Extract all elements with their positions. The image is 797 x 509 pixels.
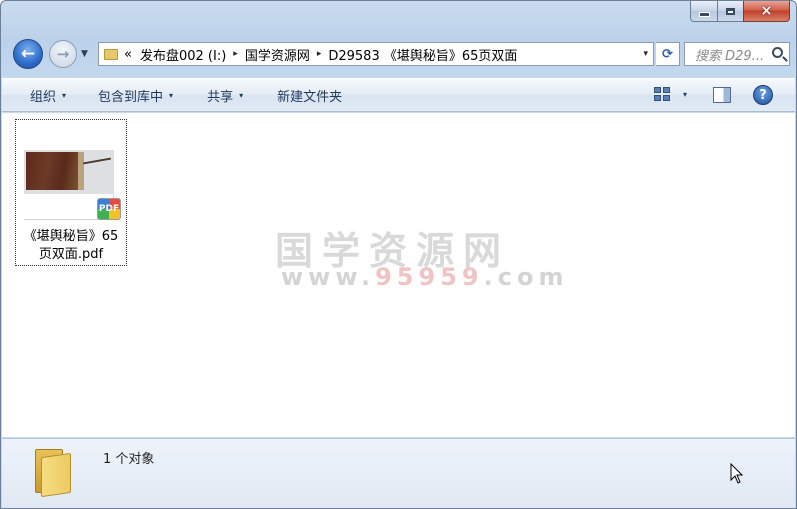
- maximize-button[interactable]: [717, 1, 743, 22]
- maximize-icon: [726, 7, 735, 15]
- close-button[interactable]: ×: [743, 1, 790, 22]
- help-icon[interactable]: ?: [753, 85, 773, 105]
- address-bar[interactable]: « 发布盘002 (I:) ▸ 国学资源网 ▸ D29583 《堪舆秘旨》65页…: [98, 42, 654, 66]
- share-menu[interactable]: 共享 ▾: [207, 86, 243, 105]
- breadcrumb-item-drive[interactable]: 发布盘002 (I:): [140, 45, 226, 64]
- search-icon[interactable]: [772, 47, 783, 58]
- address-dropdown-icon[interactable]: ▾: [643, 49, 648, 59]
- folder-icon: [35, 447, 75, 498]
- search-placeholder: 搜索 D29...: [695, 48, 765, 64]
- search-input[interactable]: 搜索 D29...: [684, 42, 790, 66]
- chevron-down-icon: ▾: [62, 90, 67, 100]
- command-bar: 组织 ▾ 包含到库中 ▾ 共享 ▾ 新建文件夹 ▾ ?: [2, 78, 795, 112]
- close-icon: ×: [760, 3, 773, 19]
- item-count: 1 个对象: [103, 452, 155, 467]
- watermark-url-accent: 95959: [375, 263, 484, 291]
- organize-menu[interactable]: 组织 ▾: [30, 86, 66, 105]
- details-pane: 1 个对象: [2, 438, 795, 508]
- breadcrumb-separator-icon[interactable]: ▸: [233, 49, 238, 59]
- navigation-bar: ← → ▼ « 发布盘002 (I:) ▸ 国学资源网 ▸ D29583 《堪舆…: [1, 37, 796, 71]
- file-name-line1: 《堪舆秘旨》65: [23, 229, 119, 244]
- breadcrumb-overflow[interactable]: «: [124, 47, 132, 62]
- refresh-icon: ⟳: [662, 46, 673, 62]
- minimize-icon: [698, 11, 710, 17]
- breadcrumb-item-guoxue[interactable]: 国学资源网: [245, 45, 310, 64]
- forward-button[interactable]: →: [49, 40, 77, 68]
- chevron-down-icon: ▼: [81, 49, 88, 59]
- watermark-url-suffix: .com: [483, 263, 569, 291]
- organize-label: 组织: [30, 89, 57, 105]
- pdf-icon: PDF: [97, 198, 121, 220]
- preview-pane-icon[interactable]: [713, 87, 731, 103]
- mouse-cursor-icon: [730, 463, 744, 484]
- view-options-chevron-icon[interactable]: ▾: [683, 90, 687, 99]
- watermark-url: www.95959.com: [281, 263, 568, 291]
- caption-buttons: ×: [690, 1, 790, 23]
- file-name-label: 《堪舆秘旨》65 页双面.pdf: [16, 228, 126, 264]
- back-button[interactable]: ←: [13, 39, 43, 69]
- back-arrow-icon: ←: [20, 44, 36, 64]
- file-list[interactable]: PDF 《堪舆秘旨》65 页双面.pdf 国学资源网 www.95959.com: [2, 113, 795, 437]
- file-name-line2: 页双面.pdf: [38, 247, 104, 262]
- scroll-image: [26, 152, 84, 190]
- file-item-pdf[interactable]: PDF 《堪舆秘旨》65 页双面.pdf: [15, 119, 127, 266]
- explorer-window: × ← → ▼ « 发布盘002 (I:) ▸ 国学资源网 ▸ D29583 《…: [0, 0, 797, 509]
- forward-arrow-icon: →: [56, 45, 70, 63]
- change-view-icon[interactable]: [654, 87, 670, 101]
- refresh-button[interactable]: ⟳: [656, 42, 680, 66]
- share-label: 共享: [207, 89, 234, 105]
- recent-pages-button[interactable]: ▼: [81, 49, 88, 59]
- include-in-library-menu[interactable]: 包含到库中 ▾: [98, 86, 173, 105]
- minimize-button[interactable]: [690, 1, 717, 22]
- chevron-down-icon: ▾: [169, 90, 174, 100]
- breadcrumb-item-current[interactable]: D29583 《堪舆秘旨》65页双面: [328, 45, 517, 64]
- new-folder-button[interactable]: 新建文件夹: [277, 86, 342, 105]
- new-folder-label: 新建文件夹: [277, 89, 343, 105]
- folder-icon: [104, 48, 118, 60]
- chevron-down-icon: ▾: [239, 90, 244, 100]
- include-in-library-label: 包含到库中: [98, 89, 164, 105]
- help-glyph: ?: [759, 87, 767, 103]
- watermark-url-prefix: www.: [281, 263, 376, 291]
- breadcrumb-separator-icon[interactable]: ▸: [317, 49, 322, 59]
